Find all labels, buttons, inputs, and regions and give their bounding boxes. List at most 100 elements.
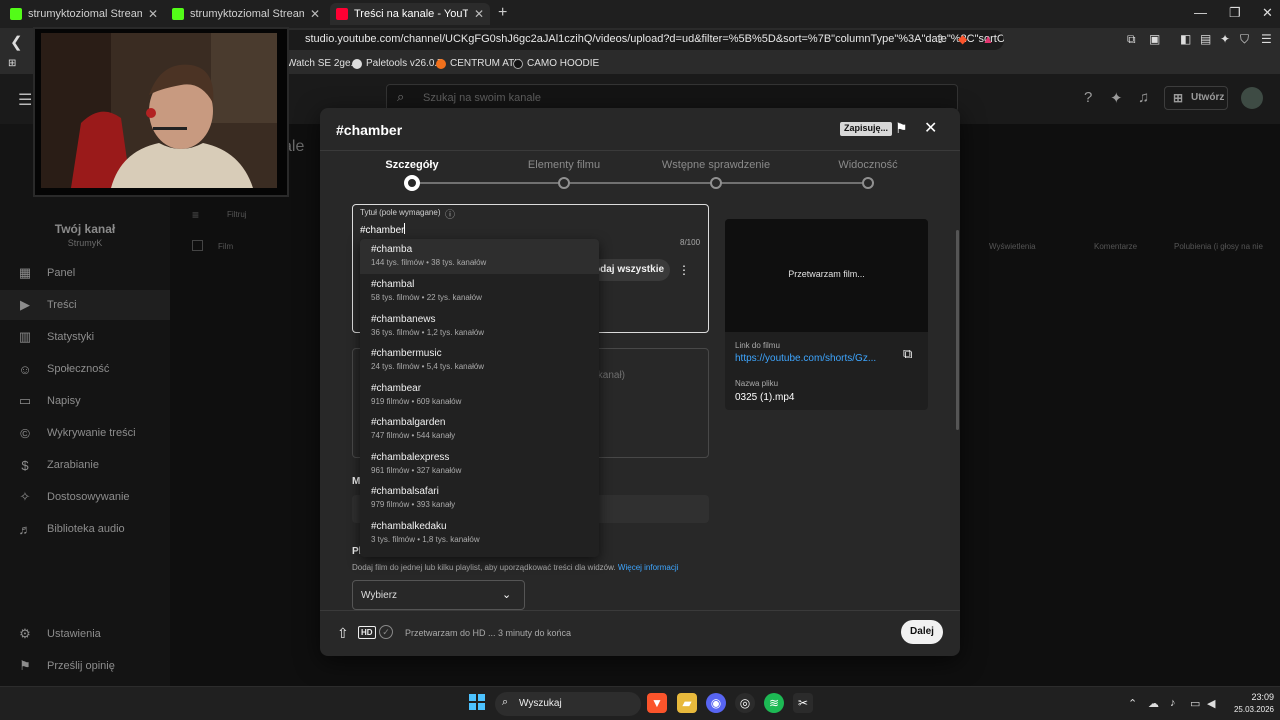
bookmark[interactable]: Watch SE 2ge... xyxy=(287,58,359,69)
suggestion-item[interactable]: #chambalkedaku 3 tys. filmów • 1,8 tys. k… xyxy=(360,516,599,551)
onedrive-icon[interactable]: ☁ xyxy=(1148,697,1159,710)
step-visibility[interactable]: Widoczność xyxy=(798,159,938,171)
taskbar-search[interactable]: ⌕ Wyszukaj xyxy=(495,692,641,716)
apps-icon[interactable]: ⊞ xyxy=(8,58,16,69)
file-name: 0325 (1).mp4 xyxy=(735,392,795,403)
check-icon[interactable]: ✓ xyxy=(379,625,393,639)
sidebar-item-settings[interactable]: ⚙ Ustawienia xyxy=(0,619,170,649)
close-window-icon[interactable]: ✕ xyxy=(1262,5,1273,21)
next-button[interactable]: Dalej xyxy=(901,620,943,644)
suggestion-item[interactable]: #chambalgarden 747 filmów • 544 kanały xyxy=(360,412,599,447)
new-tab-icon[interactable]: + xyxy=(498,4,507,22)
notifications-icon[interactable]: ♫ xyxy=(1138,89,1149,106)
step-dot-active[interactable] xyxy=(404,175,420,191)
bookmark-favicon xyxy=(513,58,523,69)
suggestion-item[interactable]: #chambear 919 filmów • 609 kanałów xyxy=(360,378,599,413)
copyright-icon: © xyxy=(20,425,30,441)
brave-shield-icon[interactable]: ◆ xyxy=(958,32,967,46)
minimize-icon[interactable]: — xyxy=(1194,5,1207,20)
leo-ai-icon[interactable]: ✦ xyxy=(1220,32,1230,46)
clock-time[interactable]: 23:09 xyxy=(1234,692,1274,702)
upload-icon[interactable]: ⇧ xyxy=(337,625,349,642)
browser-tab[interactable]: strumyktoziomal Stream - Watch Live ✕ xyxy=(166,3,326,25)
feedback-icon: ⚑ xyxy=(19,658,31,673)
sidebar-item-feedback[interactable]: ⚑ Prześlij opinię xyxy=(0,651,170,681)
sidebar-item-community[interactable]: ☺ Społeczność xyxy=(0,354,170,384)
wallet-icon[interactable]: ▤ xyxy=(1200,32,1211,46)
vpn-icon[interactable]: ⛉ xyxy=(1240,32,1249,47)
column-header: Film xyxy=(218,242,234,251)
account-avatar[interactable] xyxy=(1241,87,1263,109)
help-icon[interactable]: ⓘ xyxy=(445,206,455,221)
menu-icon[interactable]: ☰ xyxy=(1261,32,1272,46)
brave-browser-icon[interactable]: ▼ xyxy=(647,693,667,713)
hamburger-menu-icon[interactable]: ☰ xyxy=(18,90,32,110)
title-input[interactable]: #chamber xyxy=(360,223,406,236)
step-details[interactable]: Szczegóły xyxy=(342,159,482,171)
brave-rewards-icon[interactable]: ▲ xyxy=(982,32,994,46)
maximize-icon[interactable]: ❐ xyxy=(1229,5,1241,21)
more-vert-icon[interactable]: ⋮ xyxy=(678,263,690,277)
create-button[interactable]: ⊞ Utwórz xyxy=(1164,86,1228,110)
suggestion-item[interactable]: #chambermusic 24 tys. filmów • 5,4 tys. k… xyxy=(360,343,599,378)
playlist-select[interactable]: Wybierz xyxy=(352,580,525,610)
step-checks[interactable]: Wstępne sprawdzenie xyxy=(646,159,786,171)
tray-chevron-icon[interactable]: ⌃ xyxy=(1128,697,1137,710)
step-dot[interactable] xyxy=(862,177,874,189)
sidebar-toggle-icon[interactable]: ◧ xyxy=(1180,32,1191,46)
clock-date[interactable]: 25.03.2026 xyxy=(1222,705,1274,714)
share-icon[interactable]: ⇪ xyxy=(935,32,945,46)
learn-more-link[interactable]: Więcej informacji xyxy=(618,563,678,572)
sidebar-item-copyright[interactable]: © Wykrywanie treści xyxy=(0,418,170,448)
tab-search-icon[interactable]: ▣ xyxy=(1149,32,1160,46)
spotify-icon[interactable]: ≋ xyxy=(764,693,784,713)
step-dot[interactable] xyxy=(710,177,722,189)
suggestion-item[interactable]: #chambalexpress 961 filmów • 327 kanałów xyxy=(360,447,599,482)
sidebar-item-customization[interactable]: ✧ Dostosowywanie xyxy=(0,482,170,512)
hd-icon[interactable]: HD xyxy=(358,626,376,639)
bookmark[interactable]: CENTRUM ATK xyxy=(436,58,521,69)
capcut-icon[interactable]: ✂ xyxy=(793,693,813,713)
monetization-icon: $ xyxy=(21,457,29,473)
help-icon[interactable]: ? xyxy=(1084,89,1092,106)
browser-tab-active[interactable]: Treści na kanale - YouTube Studio ✕ xyxy=(330,3,490,25)
file-explorer-icon[interactable]: ▰ xyxy=(677,693,697,713)
ai-sparkle-icon[interactable]: ✦ xyxy=(1110,89,1123,107)
suggestion-item[interactable]: #chambanews 36 tys. filmów • 1,2 tys. kan… xyxy=(360,309,599,344)
close-tab-icon[interactable]: ✕ xyxy=(310,7,320,21)
scrollbar[interactable] xyxy=(956,230,959,430)
obs-icon[interactable]: ◎ xyxy=(735,693,755,713)
playlists-description: Dodaj film do jednej lub kilku playlist,… xyxy=(352,563,679,572)
select-all-checkbox[interactable] xyxy=(192,240,203,251)
close-tab-icon[interactable]: ✕ xyxy=(148,7,158,21)
extensions-icon[interactable]: ⧉ xyxy=(1127,32,1136,47)
sidebar-item-monetization[interactable]: $ Zarabianie xyxy=(0,450,170,480)
suggestion-item[interactable]: #chamba 144 tys. filmów • 38 tys. kanałów xyxy=(360,239,599,274)
sidebar-item-analytics[interactable]: ▥ Statystyki xyxy=(0,322,170,352)
sidebar-item-subtitles[interactable]: ▭ Napisy xyxy=(0,386,170,416)
back-icon[interactable]: ❮ xyxy=(10,33,23,51)
bookmark[interactable]: CAMO HOODIE xyxy=(513,58,599,69)
suggestion-item[interactable]: #chambal 58 tys. filmów • 22 tys. kanałów xyxy=(360,274,599,309)
microphone-icon[interactable]: ♪ xyxy=(1170,697,1176,709)
send-feedback-icon[interactable]: ⚑ xyxy=(895,120,908,137)
browser-tab[interactable]: strumyktoziomal Stream - Watch Live ✕ xyxy=(4,3,164,25)
step-video-elements[interactable]: Elementy filmu xyxy=(494,159,634,171)
bookmark[interactable]: Paletools v26.0.7 xyxy=(352,58,443,69)
suggestion-item[interactable]: #chambalsafari 979 filmów • 393 kanały xyxy=(360,481,599,516)
network-icon[interactable]: ▭ xyxy=(1190,697,1200,710)
filter-icon[interactable]: ≡ xyxy=(192,208,199,222)
windows-start-icon[interactable] xyxy=(469,694,485,710)
sidebar-item-content[interactable]: ▶ Treści xyxy=(0,290,170,320)
column-header: Komentarze xyxy=(1094,242,1138,251)
close-icon[interactable]: ✕ xyxy=(924,118,937,138)
copy-icon[interactable]: ⧉ xyxy=(903,346,912,362)
discord-icon[interactable]: ◉ xyxy=(706,693,726,713)
step-dot[interactable] xyxy=(558,177,570,189)
address-bar[interactable]: studio.youtube.com/channel/UCKgFG0shJ6gc… xyxy=(280,30,1004,50)
sidebar-item-audio-library[interactable]: ♬ Biblioteka audio xyxy=(0,514,170,544)
sidebar-item-panel[interactable]: ▦ Panel xyxy=(0,258,170,288)
close-tab-icon[interactable]: ✕ xyxy=(474,7,484,21)
video-link[interactable]: https://youtube.com/shorts/Gz... xyxy=(735,353,885,364)
volume-icon[interactable]: ◀ xyxy=(1207,697,1215,710)
